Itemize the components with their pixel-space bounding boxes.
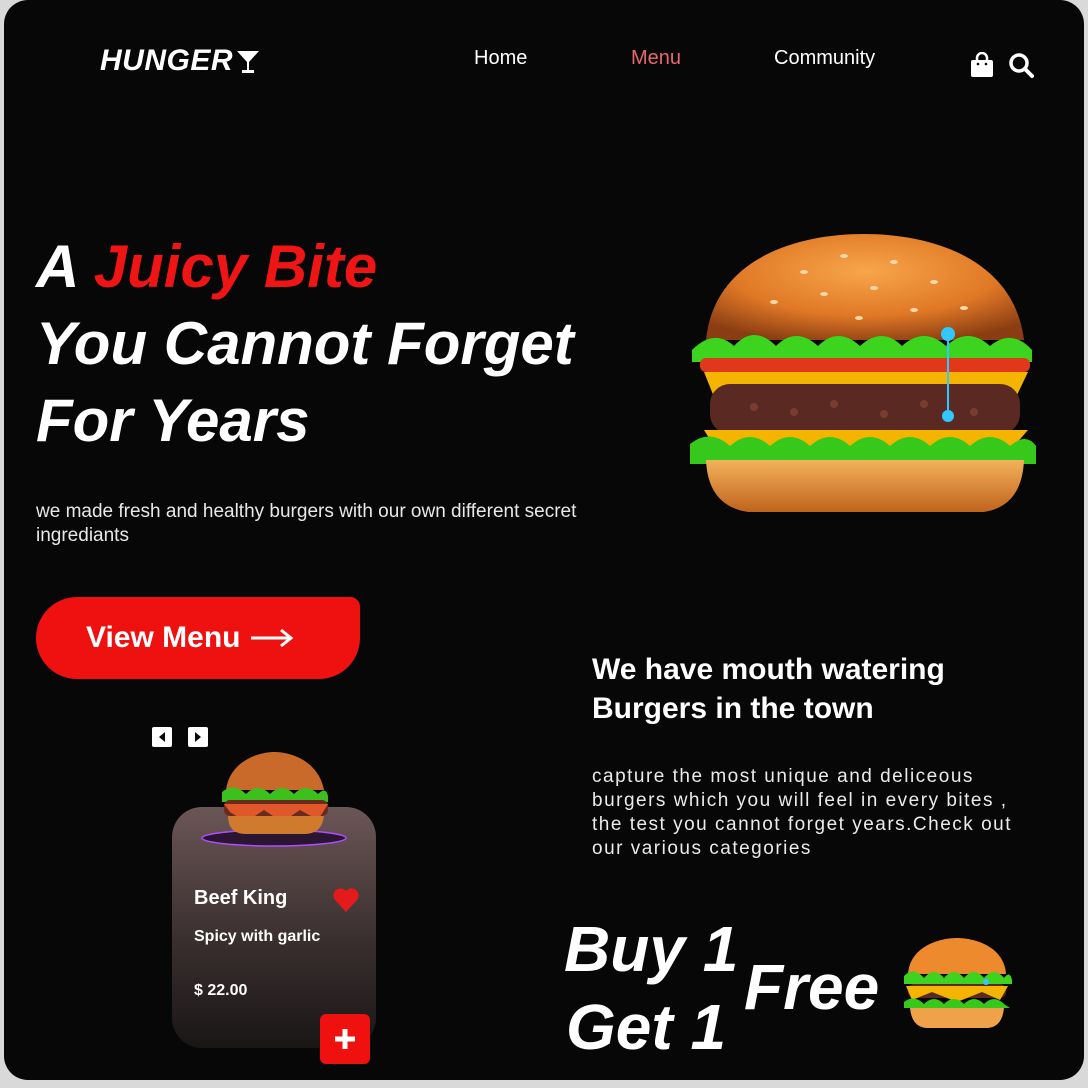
- promo-free: Free: [744, 951, 880, 1023]
- section-title-line2: Burgers in the town: [592, 692, 874, 725]
- nav-home[interactable]: Home: [474, 47, 527, 70]
- view-menu-label: View Menu: [86, 621, 241, 654]
- hero-title-prefix: A: [36, 233, 78, 300]
- promo-burger-image: [904, 938, 1012, 1028]
- hero-title-line2: You Cannot Forget: [36, 310, 574, 377]
- logo-text: HUNGER: [100, 44, 234, 77]
- product-name: Beef King: [194, 887, 288, 909]
- section-title: We have mouth watering Burgers in the to…: [592, 650, 945, 728]
- heart-icon[interactable]: [332, 887, 360, 918]
- search-icon[interactable]: [1008, 52, 1034, 83]
- cocktail-glass-icon: [237, 51, 260, 73]
- section-title-line1: We have mouth watering: [592, 653, 945, 686]
- section-text: capture the most unique and deliceous bu…: [592, 766, 1012, 859]
- product-description: Spicy with garlic: [194, 928, 321, 945]
- product-burger-image: [201, 752, 347, 847]
- hero-subtitle: we made fresh and healthy burgers with o…: [36, 501, 577, 546]
- promo-line1: Buy 1: [564, 913, 739, 985]
- nav-community[interactable]: Community: [774, 47, 875, 70]
- brand-logo[interactable]: HUNGER: [100, 44, 261, 78]
- caret-right-icon: [195, 732, 201, 742]
- hero-title-line3: For Years: [36, 387, 310, 454]
- plus-icon: [335, 1029, 355, 1049]
- product-price: $ 22.00: [194, 982, 248, 999]
- add-to-cart-button[interactable]: [320, 1014, 370, 1064]
- carousel-next-button[interactable]: [188, 727, 208, 747]
- shopping-bag-icon[interactable]: [970, 51, 994, 83]
- promo-line2: Get 1: [566, 991, 727, 1063]
- page-frame: HUNGER Home Menu Community A Juicy Bite …: [4, 0, 1084, 1080]
- carousel-prev-button[interactable]: [152, 727, 172, 747]
- hero-title-highlight: Juicy Bite: [93, 233, 378, 300]
- hero-title: A Juicy Bite You Cannot Forget For Years: [36, 228, 574, 459]
- view-menu-button[interactable]: View Menu: [36, 597, 360, 679]
- hero-burger-image: [690, 234, 1036, 512]
- nav-menu[interactable]: Menu: [631, 47, 681, 70]
- caret-left-icon: [159, 732, 165, 742]
- arrow-right-icon: [251, 628, 294, 648]
